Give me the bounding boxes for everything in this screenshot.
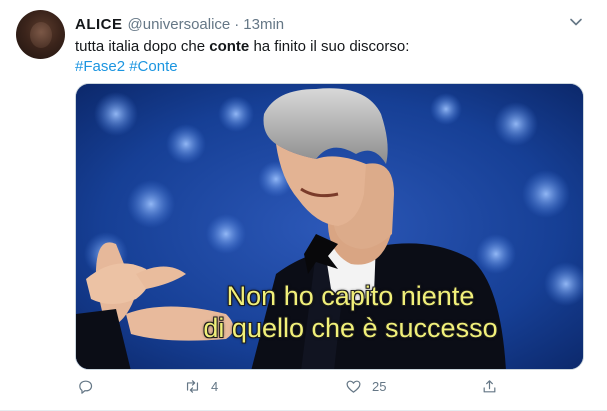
reply-icon (79, 380, 93, 394)
like-button[interactable]: 25 (345, 378, 386, 395)
hashtag-conte[interactable]: #Conte (129, 58, 177, 75)
retweet-icon (186, 380, 199, 393)
tweet-text: tutta italia dopo che conte ha finito il… (75, 37, 409, 57)
separator-dot: · (234, 15, 240, 33)
tweet-media-gif[interactable]: Non ho capito niente di quello che è suc… (75, 83, 584, 370)
retweet-button[interactable]: 4 (184, 378, 218, 395)
share-button[interactable] (481, 378, 498, 395)
timestamp[interactable]: 13min (243, 16, 284, 33)
retweet-count: 4 (211, 379, 219, 394)
reply-button[interactable] (77, 378, 94, 395)
hashtags: #Fase2 #Conte (75, 57, 178, 77)
like-count: 25 (372, 379, 387, 394)
tweet[interactable]: ALICE @universoalice · 13min tutta itali… (0, 0, 607, 411)
share-icon (483, 380, 496, 393)
subtitle-line-1: Non ho capito niente (226, 281, 475, 311)
hashtag-fase2[interactable]: #Fase2 (75, 58, 125, 75)
avatar-face (30, 22, 52, 48)
subtitle-line-2: di quello che è successo (203, 313, 498, 343)
tweet-header: ALICE @universoalice · 13min (75, 14, 284, 34)
author-handle[interactable]: @universoalice (128, 16, 231, 33)
author-name[interactable]: ALICE (75, 16, 123, 33)
chevron-down-icon[interactable] (568, 14, 584, 30)
tweet-text-after: ha finito il suo discorso: (249, 38, 410, 55)
tweet-actions: 4 25 (75, 378, 584, 400)
tweet-text-bold: conte (209, 38, 250, 55)
heart-icon (346, 380, 361, 393)
tweet-text-before: tutta italia dopo che (75, 38, 210, 55)
avatar[interactable] (16, 10, 65, 59)
